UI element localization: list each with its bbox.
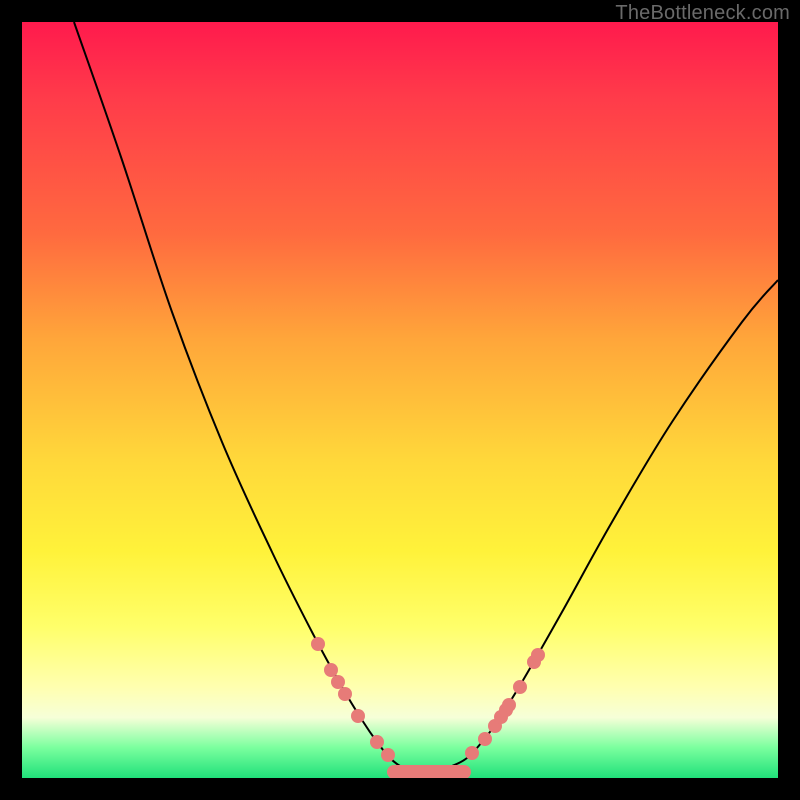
bottleneck-curve	[74, 22, 778, 773]
watermark-text: TheBottleneck.com	[615, 2, 790, 25]
marker-left-3	[338, 687, 352, 701]
chart-frame: TheBottleneck.com	[0, 0, 800, 800]
plot-area	[22, 22, 778, 778]
marker-right-0	[465, 746, 479, 760]
marker-right-6	[513, 680, 527, 694]
marker-right-1	[478, 732, 492, 746]
marker-left-0	[311, 637, 325, 651]
marker-left-2	[331, 675, 345, 689]
marker-left-4	[351, 709, 365, 723]
marker-right-8	[531, 648, 545, 662]
chart-svg	[22, 22, 778, 778]
marker-left-6	[381, 748, 395, 762]
marker-left-5	[370, 735, 384, 749]
marker-right-5	[502, 698, 516, 712]
marker-left-1	[324, 663, 338, 677]
